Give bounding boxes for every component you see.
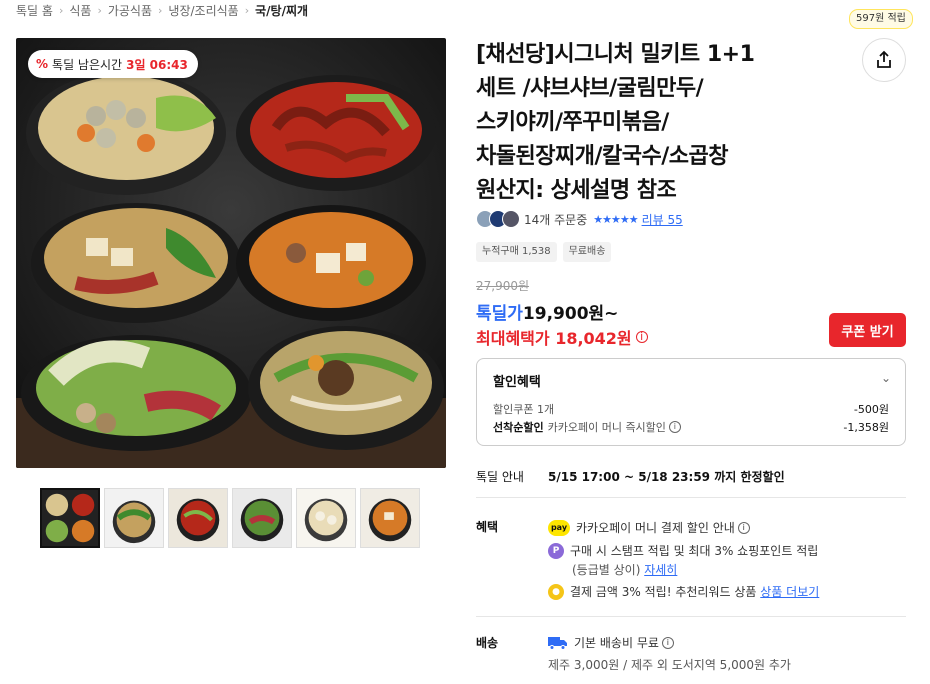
deal-countdown-label: 톡딜 남은시간 [52, 57, 123, 72]
truck-icon [548, 636, 567, 650]
main-product-image[interactable] [16, 38, 446, 468]
deal-price-label: 톡딜가 [476, 304, 523, 324]
product-title-line: 스키야끼/쭈꾸미볶음/ [476, 110, 669, 135]
more-products-link[interactable]: 상품 더보기 [760, 583, 819, 600]
breadcrumb-current[interactable]: 국/탕/찌개 [255, 2, 308, 19]
shipping-info: 기본 배송비 무료 i [548, 634, 674, 651]
coupon-button[interactable]: 쿠폰 받기 [829, 313, 906, 347]
product-origin: 원산지: 상세설명 참조 [476, 178, 677, 203]
benefit-points-sub-text: (등급별 상이) [572, 563, 641, 577]
divider [476, 497, 906, 498]
review-link[interactable]: 리뷰 55 [642, 211, 683, 228]
buyer-avatars [476, 210, 520, 228]
share-icon [877, 50, 891, 68]
chevron-down-icon[interactable]: ⌄ [881, 371, 891, 385]
benefit-points: P 구매 시 스탬프 적립 및 최대 3% 쇼핑포인트 적립 [548, 542, 818, 559]
star-rating-icon: ★★★★★ [593, 212, 638, 226]
thumbnail-2[interactable] [104, 488, 164, 548]
discount-row-firstcome: 선착순할인 카카오페이 머니 즉시할인 i -1,358원 [493, 419, 889, 435]
info-icon[interactable]: i [635, 331, 648, 343]
chevron-right-icon: › [244, 4, 250, 17]
discount-row-coupon: 할인쿠폰 1개 -500원 [493, 401, 889, 417]
shipping-label: 배송 [476, 636, 499, 650]
thumbnail-6[interactable] [360, 488, 420, 548]
shipping-text: 기본 배송비 무료 [574, 636, 659, 650]
deal-countdown-badge: % 톡딜 남은시간 3일 06:43 [28, 50, 198, 78]
shipping-extra: 제주 3,000원 / 제주 외 도서지역 5,000원 추가 [548, 658, 791, 672]
max-benefit-value: 18,042원 [555, 329, 632, 348]
max-benefit-price: 최대혜택가 18,042원 i [476, 325, 648, 349]
discount-header: 할인혜택 [493, 375, 541, 390]
benefit-kakaopay-text: 카카오페이 머니 결제 할인 안내 [576, 521, 735, 535]
coin-icon: ● [548, 583, 564, 600]
breadcrumb-home[interactable]: 톡딜 홈 [16, 2, 53, 19]
thumbnail-strip [40, 488, 420, 548]
firstcome-desc: 카카오페이 머니 즉시할인 [547, 421, 666, 434]
breadcrumb-processed-food[interactable]: 가공식품 [108, 2, 152, 19]
chevron-right-icon: › [58, 4, 64, 17]
divider [476, 616, 906, 617]
benefit-points-text: 구매 시 스탬프 적립 및 최대 3% 쇼핑포인트 적립 [570, 544, 819, 558]
thumbnail-3[interactable] [168, 488, 228, 548]
product-title-line: [채선당]시그니처 밀키트 1+1 [476, 42, 755, 67]
info-icon[interactable]: i [737, 521, 750, 534]
share-button[interactable] [862, 38, 906, 82]
benefit-points-sub: (등급별 상이) 자세히 [572, 561, 677, 578]
benefit-kakaopay[interactable]: pay 카카오페이 머니 결제 할인 안내 i [548, 519, 750, 536]
benefit-reward-text: 결제 금액 3% 적립! 추천리워드 상품 [570, 585, 757, 599]
chevron-right-icon: › [158, 4, 163, 17]
discount-coupon-value: -500원 [853, 403, 889, 416]
detail-link[interactable]: 자세히 [644, 563, 677, 577]
deal-info-row: 톡딜 안내 5/15 17:00 ~ 5/18 23:59 까지 한정할인 [476, 468, 785, 485]
breadcrumb-food[interactable]: 식품 [69, 2, 91, 19]
firstcome-value: -1,358원 [843, 421, 889, 434]
product-title-line: 세트 /샤브샤브/굴림만두/ [476, 76, 704, 101]
product-title: [채선당]시그니처 밀키트 1+1 세트 /샤브샤브/굴림만두/ 스키야끼/쭈꾸… [476, 38, 836, 208]
deal-price: 톡딜가19,900원~ [476, 299, 618, 324]
free-shipping-chip: 무료배송 [562, 242, 612, 262]
point-p-icon: P [548, 542, 564, 559]
avatar [502, 210, 520, 228]
thumbnail-5[interactable] [296, 488, 356, 548]
original-price: 27,900원 [476, 279, 530, 293]
food-illustration [16, 38, 446, 468]
thumbnail-1[interactable] [40, 488, 100, 548]
points-badge: 597원 적립 [849, 9, 913, 29]
product-title-line: 차돌된장찌개/칼국수/소곱창 [476, 144, 728, 169]
discount-coupon-label: 할인쿠폰 1개 [493, 403, 555, 416]
cumulative-purchase-chip: 누적구매 1,538 [476, 242, 557, 262]
info-icon[interactable]: i [661, 636, 674, 649]
benefit-reward: ● 결제 금액 3% 적립! 추천리워드 상품 상품 더보기 [548, 583, 819, 600]
order-review-row: 14개 주문중 ★★★★★ 리뷰 55 [476, 210, 683, 228]
percent-icon: % [36, 57, 49, 71]
thumbnail-4[interactable] [232, 488, 292, 548]
deal-price-value: 19,900원~ [522, 304, 619, 324]
breadcrumb-chilled-food[interactable]: 냉장/조리식품 [168, 2, 238, 19]
benefits-label: 혜택 [476, 520, 499, 534]
deal-info-value: 5/15 17:00 ~ 5/18 23:59 까지 한정할인 [548, 470, 785, 484]
info-icon[interactable]: i [668, 421, 681, 433]
order-count: 14개 주문중 [524, 212, 588, 227]
discount-benefits-box[interactable]: 할인혜택 ⌄ 할인쿠폰 1개 -500원 선착순할인 카카오페이 머니 즉시할인… [476, 358, 906, 446]
chevron-right-icon: › [97, 4, 102, 17]
max-benefit-label: 최대혜택가 [476, 329, 550, 348]
kakaopay-icon: pay [548, 519, 570, 536]
firstcome-label: 선착순할인 [493, 421, 544, 434]
breadcrumb: 톡딜 홈 › 식품 › 가공식품 › 냉장/조리식품 › 국/탕/찌개 [16, 2, 308, 19]
deal-info-label: 톡딜 안내 [476, 470, 524, 484]
product-chips: 누적구매 1,538 무료배송 [476, 242, 612, 262]
deal-countdown-time: 3일 06:43 [126, 57, 188, 72]
